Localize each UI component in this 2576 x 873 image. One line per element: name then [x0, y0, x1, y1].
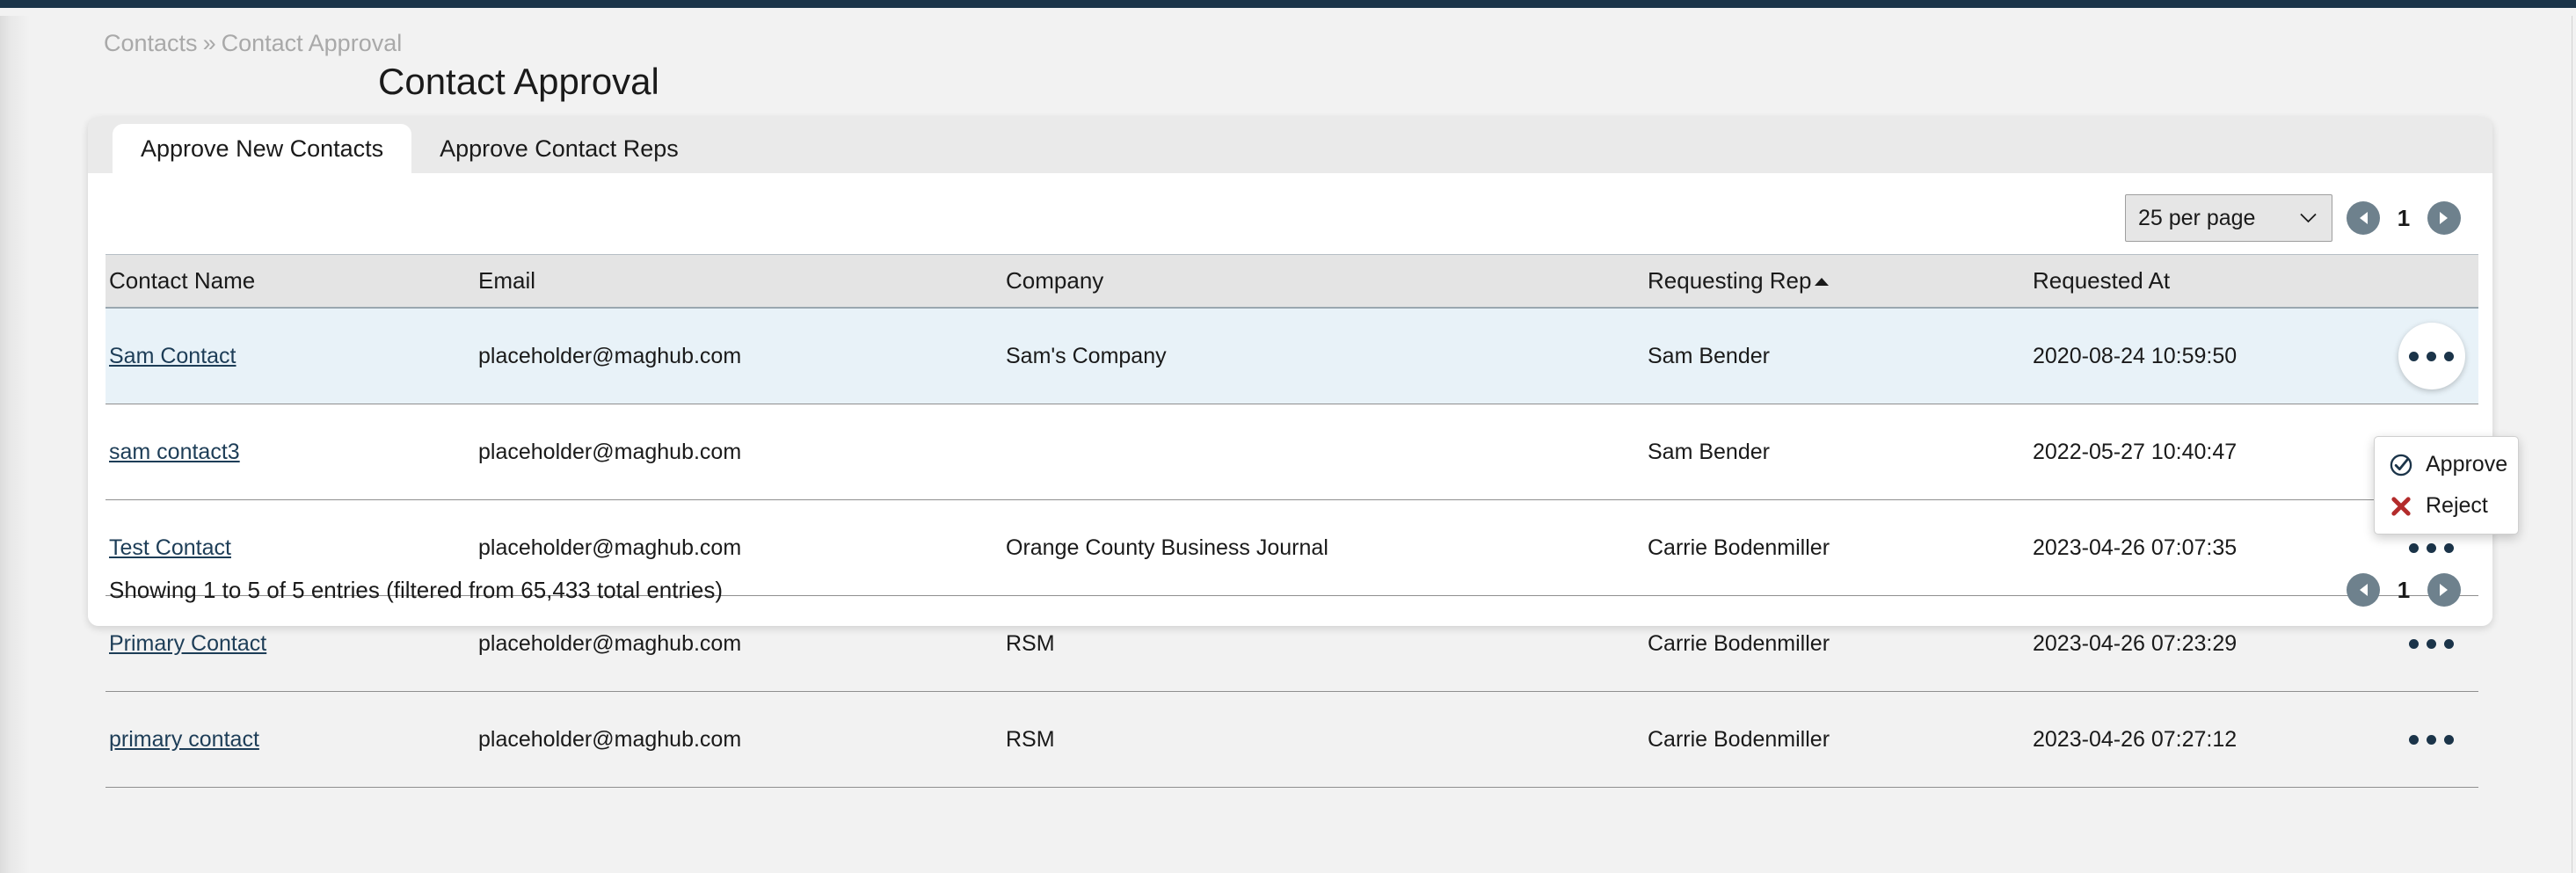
cell-email: placeholder@maghub.com	[478, 691, 1006, 788]
page-title: Contact Approval	[378, 61, 659, 103]
contact-name-link[interactable]: Sam Contact	[109, 344, 236, 368]
cell-requesting-rep: Carrie Bodenmiller	[1648, 691, 2033, 788]
cell-requesting-rep: Sam Bender	[1648, 404, 2033, 500]
dot	[2427, 351, 2436, 361]
menu-item-approve[interactable]: Approve	[2375, 444, 2518, 485]
footer-pagination: 1	[2347, 573, 2461, 607]
top-navigation-bar	[0, 0, 2576, 8]
cell-requested-at: 2023-04-26 07:27:12	[2033, 691, 2384, 788]
contact-name-link[interactable]: Primary Contact	[109, 631, 266, 656]
contact-approval-card: Approve New Contacts Approve Contact Rep…	[88, 117, 2519, 788]
caret-left-icon	[2360, 212, 2368, 224]
table-header-row: Contact Name Email Company Requesting Re…	[106, 254, 2478, 309]
sort-ascending-icon	[1815, 278, 1830, 286]
row-actions-button[interactable]	[2398, 323, 2465, 389]
cell-email: placeholder@maghub.com	[478, 404, 1006, 500]
cell-company: Sam's Company	[1006, 308, 1648, 404]
page-canvas: Contacts» Contact Approval Contact Approv…	[0, 8, 2576, 873]
pagination-page-number-bottom: 1	[2397, 576, 2411, 603]
pagination-next-button-top[interactable]	[2427, 201, 2461, 235]
tab-approve-new-contacts[interactable]: Approve New Contacts	[113, 124, 412, 173]
x-mark-icon	[2391, 496, 2411, 516]
tab-approve-contact-reps[interactable]: Approve Contact Reps	[411, 124, 707, 173]
contacts-table: Contact Name Email Company Requesting Re…	[106, 254, 2478, 788]
menu-item-label: Reject	[2426, 493, 2488, 518]
card-body: 25 per page 1 Contact Name Email Company…	[88, 173, 2492, 788]
pagination-page-number-top: 1	[2397, 204, 2411, 231]
dot	[2427, 638, 2436, 649]
caret-right-icon	[2440, 212, 2448, 224]
dot	[2427, 542, 2436, 553]
breadcrumb-item-contacts[interactable]: Contacts	[104, 30, 198, 56]
column-header-label: Contact Name	[109, 267, 256, 294]
tab-strip: Approve New Contacts Approve Contact Rep…	[88, 117, 2492, 173]
cell-requesting-rep: Carrie Bodenmiller	[1648, 595, 2033, 692]
contact-name-link[interactable]: primary contact	[109, 727, 259, 752]
caret-left-icon	[2360, 584, 2368, 596]
pagination-prev-button-top[interactable]	[2347, 201, 2380, 235]
table-header: Contact Name Email Company Requesting Re…	[106, 254, 2478, 309]
table-row[interactable]: sam contact3 placeholder@maghub.com Sam Be…	[106, 404, 2478, 500]
table-row[interactable]: primary contact placeholder@maghub.com RSM…	[106, 691, 2478, 788]
cell-email: placeholder@maghub.com	[478, 308, 1006, 404]
contact-name-link[interactable]: Test Contact	[109, 535, 231, 560]
check-circle-icon	[2390, 454, 2412, 476]
caret-right-icon	[2440, 584, 2448, 596]
cell-actions	[2384, 595, 2478, 692]
table-top-controls: 25 per page 1	[2125, 194, 2461, 242]
cell-actions	[2384, 691, 2478, 788]
cell-requesting-rep: Sam Bender	[1648, 308, 2033, 404]
cell-contact-name: sam contact3	[106, 404, 478, 500]
entries-summary: Showing 1 to 5 of 5 entries (filtered fr…	[109, 576, 724, 603]
cell-company: RSM	[1006, 691, 1648, 788]
cell-company	[1006, 404, 1648, 500]
table-row[interactable]: Primary Contact placeholder@maghub.com RSM…	[106, 595, 2478, 692]
cell-requested-at: 2022-05-27 10:40:47	[2033, 404, 2384, 500]
dot	[2444, 638, 2454, 649]
dot	[2409, 351, 2419, 361]
cell-contact-name: primary contact	[106, 691, 478, 788]
table-footer: Showing 1 to 5 of 5 entries (filtered fr…	[109, 573, 2461, 607]
row-action-menu: Approve Reject	[2374, 436, 2519, 535]
cell-contact-name: Primary Contact	[106, 595, 478, 692]
dot	[2444, 351, 2454, 361]
dot	[2444, 734, 2454, 745]
cell-email: placeholder@maghub.com	[478, 595, 1006, 692]
cell-actions	[2384, 308, 2478, 404]
breadcrumb-item-current[interactable]: Contact Approval	[222, 30, 403, 56]
column-header-company[interactable]: Company	[1006, 254, 1648, 309]
column-header-email[interactable]: Email	[478, 254, 1006, 309]
pagination-prev-button-bottom[interactable]	[2347, 573, 2380, 607]
column-header-label: Requested At	[2033, 267, 2171, 294]
dot	[2427, 734, 2436, 745]
dot	[2444, 542, 2454, 553]
dot	[2409, 542, 2419, 553]
menu-item-label: Approve	[2426, 452, 2508, 477]
table-row[interactable]: Sam Contact placeholder@maghub.com Sam's C…	[106, 308, 2478, 404]
per-page-select[interactable]: 25 per page	[2125, 194, 2332, 242]
cell-requested-at: 2023-04-26 07:23:29	[2033, 595, 2384, 692]
dot	[2409, 638, 2419, 649]
column-header-requested-at[interactable]: Requested At	[2033, 254, 2384, 309]
per-page-select-wrap: 25 per page	[2125, 194, 2332, 242]
table-body: Sam Contact placeholder@maghub.com Sam's C…	[106, 308, 2478, 788]
column-header-label: Company	[1006, 267, 1104, 294]
cell-contact-name: Sam Contact	[106, 308, 478, 404]
row-actions-button[interactable]	[2398, 610, 2465, 677]
cell-requested-at: 2020-08-24 10:59:50	[2033, 308, 2384, 404]
contact-name-link[interactable]: sam contact3	[109, 440, 240, 464]
menu-item-reject[interactable]: Reject	[2375, 485, 2518, 527]
row-actions-button[interactable]	[2398, 706, 2465, 773]
column-header-contact-name[interactable]: Contact Name	[106, 254, 478, 309]
breadcrumb: Contacts» Contact Approval	[104, 30, 402, 57]
column-header-label: Requesting Rep	[1648, 267, 1812, 294]
column-header-actions	[2384, 254, 2478, 309]
pagination-next-button-bottom[interactable]	[2427, 573, 2461, 607]
page-left-shading	[0, 16, 30, 873]
column-header-label: Email	[478, 267, 536, 294]
breadcrumb-separator: »	[202, 30, 216, 56]
cell-company: RSM	[1006, 595, 1648, 692]
dot	[2409, 734, 2419, 745]
column-header-requesting-rep[interactable]: Requesting Rep	[1648, 254, 2033, 309]
